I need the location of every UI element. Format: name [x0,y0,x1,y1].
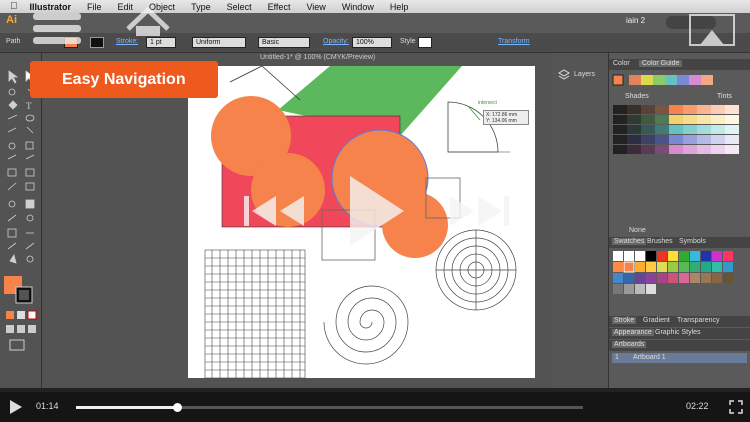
progress-slider[interactable] [76,403,583,412]
progress-fill [76,406,178,409]
progress-thumb[interactable] [173,403,183,412]
elapsed-time: 01:14 [36,401,59,411]
fast-forward-icon[interactable] [450,196,509,226]
video-player-bar: 01:14 02:22 [0,392,750,422]
menu-icon[interactable] [33,13,81,44]
home-icon[interactable] [126,6,170,36]
airplay-icon[interactable] [689,14,735,46]
play-button-icon[interactable] [8,399,24,415]
total-time: 02:22 [686,401,709,411]
play-icon[interactable] [350,176,404,246]
rewind-icon[interactable] [244,196,304,226]
overlay-controls [33,6,735,246]
fullscreen-icon[interactable] [728,399,744,415]
